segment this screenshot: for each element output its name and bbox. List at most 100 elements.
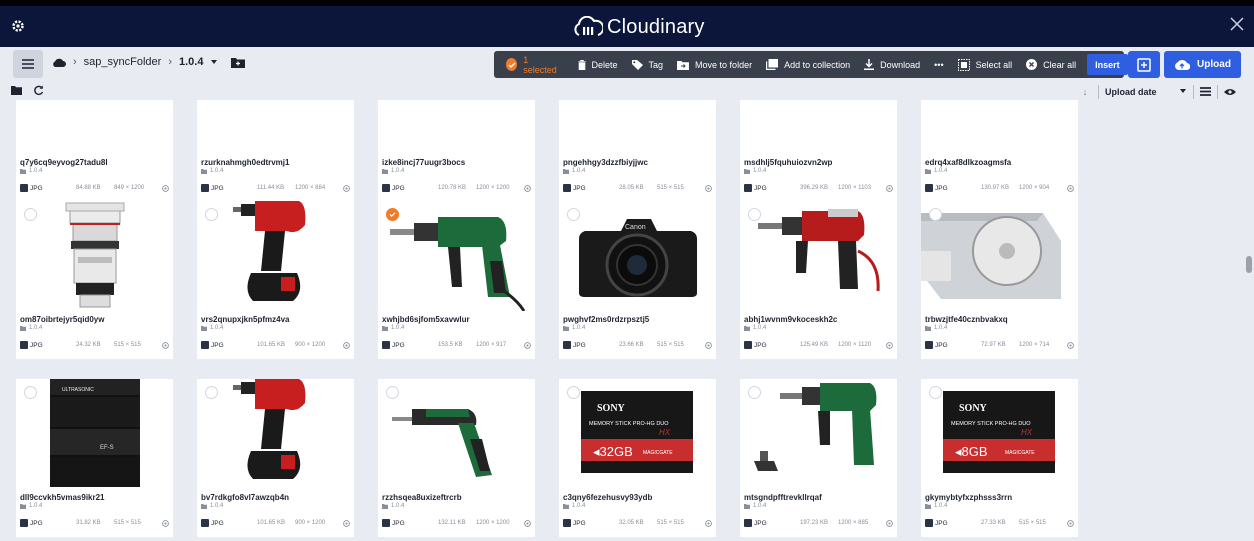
asset-card[interactable]: 60 KINGSB pngehhgy3dzzfbiyjjwc1.0.4 JPG 28.… (559, 100, 716, 202)
asset-card[interactable]: ULTRASONIC EF-S dll9ccvkh5vmas9ikr21 1.0.4 J… (16, 379, 173, 537)
asset-thumbnail[interactable]: 60 KINGSB (559, 100, 716, 154)
scrollbar-thumb[interactable] (1246, 256, 1252, 273)
select-checkbox[interactable] (748, 208, 761, 221)
select-checkbox[interactable] (748, 386, 761, 399)
more-options-button[interactable]: ••• (927, 60, 950, 70)
asset-card[interactable]: Canon pwghvf2ms0rdzrpsztj5 1.0.4 JPG 23.66 K… (559, 201, 716, 359)
link-icon[interactable] (886, 185, 893, 192)
asset-card[interactable]: izke8incj77uugr3bocs 1.0.4 JPG 120.78 KB 120… (378, 100, 535, 202)
menu-button[interactable] (13, 50, 43, 78)
link-icon[interactable] (162, 520, 169, 527)
asset-card[interactable]: trbwzjtfe40cznbvakxq 1.0.4 JPG 72.97 KB 1200… (921, 201, 1078, 359)
list-view-icon[interactable] (1200, 87, 1211, 96)
breadcrumb-current[interactable]: 1.0.4 (179, 56, 203, 68)
link-icon[interactable] (162, 342, 169, 349)
asset-thumbnail[interactable]: SONY MEMORY STICK PRO-HG DUO HX ◂8GB MAGICGA… (921, 379, 1078, 489)
link-icon[interactable] (343, 342, 350, 349)
add-to-collection-button[interactable]: Add to collection (759, 59, 857, 70)
asset-thumbnail[interactable] (378, 201, 535, 311)
delete-button[interactable]: Delete (571, 59, 625, 70)
asset-thumbnail[interactable] (740, 379, 897, 489)
select-checkbox[interactable] (24, 208, 37, 221)
caret-down-icon[interactable] (1179, 89, 1187, 94)
breadcrumb-folder[interactable]: sap_syncFolder (84, 56, 162, 68)
asset-card[interactable]: SONY MEMORY STICK PRO-HG DUO HX ◂8GB MAGICGA… (921, 379, 1078, 537)
gear-icon[interactable] (10, 18, 26, 34)
sort-select[interactable]: Upload date (1105, 87, 1179, 97)
asset-card[interactable]: rzzhsqea8uxizeftrcrb 1.0.4 JPG 132.11 KB 120… (378, 379, 535, 537)
download-button[interactable]: Download (857, 59, 927, 70)
asset-thumbnail[interactable] (740, 201, 897, 311)
add-asset-button[interactable] (1128, 51, 1160, 78)
link-icon[interactable] (886, 520, 893, 527)
asset-thumbnail[interactable] (921, 100, 1078, 154)
asset-folder-label: 1.0.4 (210, 168, 224, 174)
new-folder-icon[interactable] (231, 57, 246, 68)
folder-icon[interactable] (11, 86, 22, 95)
asset-card[interactable]: vrs2qnupxjkn5pfmz4va 1.0.4 JPG 101.65 KB 900… (197, 201, 354, 359)
select-checkbox[interactable] (567, 386, 580, 399)
asset-thumbnail[interactable] (378, 379, 535, 489)
asset-thumbnail[interactable]: Canon (559, 201, 716, 311)
asset-card[interactable]: xwhjbd6sjfom5xavwlur 1.0.4 JPG 153.5 KB 1200… (378, 201, 535, 359)
asset-thumbnail[interactable]: SONY MEMORY STICK PRO-HG DUO HX ◂32GB MAGICG… (559, 379, 716, 489)
asset-card[interactable]: q7y6cq9eyvog27tadu8l 1.0.4 JPG 84.88 KB 849 … (16, 100, 173, 202)
asset-thumbnail[interactable] (740, 100, 897, 154)
asset-name: dll9ccvkh5vmas9ikr21 (20, 493, 105, 502)
selection-count[interactable]: 1 selected (494, 51, 571, 78)
cloud-icon[interactable] (52, 58, 66, 67)
asset-folder: 1.0.4 (201, 168, 223, 174)
asset-thumbnail[interactable] (16, 100, 173, 154)
scrollbar[interactable] (1246, 100, 1254, 541)
select-checkbox[interactable] (929, 386, 942, 399)
link-icon[interactable] (1067, 342, 1074, 349)
asset-thumbnail[interactable] (197, 201, 354, 311)
link-icon[interactable] (705, 520, 712, 527)
link-icon[interactable] (524, 185, 531, 192)
link-icon[interactable] (343, 520, 350, 527)
select-checkbox[interactable] (24, 386, 37, 399)
insert-button[interactable]: Insert (1087, 54, 1128, 75)
asset-card[interactable]: msdhlj5fquhuiozvn2wp 1.0.4 JPG 396.29 KB 120… (740, 100, 897, 202)
select-checkbox[interactable] (929, 208, 942, 221)
asset-thumbnail[interactable] (921, 201, 1078, 311)
link-icon[interactable] (705, 342, 712, 349)
asset-thumbnail[interactable] (16, 201, 173, 311)
upload-button[interactable]: Upload (1164, 51, 1241, 78)
select-checkbox[interactable] (567, 208, 580, 221)
link-icon[interactable] (1067, 185, 1074, 192)
select-checkbox[interactable] (386, 208, 399, 221)
asset-card[interactable]: mtsgndpfftrevkllrqaf 1.0.4 JPG 197.23 KB 120… (740, 379, 897, 537)
link-icon[interactable] (1067, 520, 1074, 527)
select-all-button[interactable]: Select all (951, 58, 1020, 71)
asset-card[interactable]: rzurknahmgh0edtrvmj1 1.0.4 JPG 111.44 KB 120… (197, 100, 354, 202)
select-checkbox[interactable] (205, 208, 218, 221)
link-icon[interactable] (162, 185, 169, 192)
link-icon[interactable] (886, 342, 893, 349)
image-icon (744, 519, 752, 527)
asset-card[interactable]: edrq4xaf8dlkzoagmsfa 1.0.4 JPG 130.97 KB 120… (921, 100, 1078, 202)
select-checkbox[interactable] (386, 386, 399, 399)
close-icon[interactable] (1230, 17, 1246, 33)
link-icon[interactable] (705, 185, 712, 192)
link-icon[interactable] (524, 520, 531, 527)
clear-all-button[interactable]: Clear all (1019, 59, 1083, 70)
eye-icon[interactable] (1224, 88, 1236, 96)
select-checkbox[interactable] (205, 386, 218, 399)
asset-card[interactable]: abhj1wvnm9vkoceskh2c 1.0.4 JPG 125.49 KB 120… (740, 201, 897, 359)
caret-down-icon[interactable] (210, 59, 218, 65)
asset-card[interactable]: om87oibrtejyr5qid0yw 1.0.4 JPG 24.32 KB 515 … (16, 201, 173, 359)
asset-card[interactable]: bv7rdkgfo8vl7awzqb4n 1.0.4 JPG 101.65 KB 900… (197, 379, 354, 537)
refresh-icon[interactable] (33, 85, 44, 96)
asset-thumbnail[interactable] (197, 100, 354, 154)
sort-direction-icon[interactable]: ↓ (1078, 87, 1092, 97)
move-to-folder-button[interactable]: Move to folder (670, 60, 759, 70)
asset-card[interactable]: SONY MEMORY STICK PRO-HG DUO HX ◂32GB MAGICG… (559, 379, 716, 537)
asset-name: trbwzjtfe40cznbvakxq (925, 315, 1008, 324)
asset-thumbnail[interactable] (197, 379, 354, 489)
link-icon[interactable] (343, 185, 350, 192)
tag-button[interactable]: Tag (625, 59, 671, 70)
link-icon[interactable] (524, 342, 531, 349)
asset-thumbnail[interactable]: ULTRASONIC EF-S (16, 379, 173, 489)
asset-thumbnail[interactable] (378, 100, 535, 154)
